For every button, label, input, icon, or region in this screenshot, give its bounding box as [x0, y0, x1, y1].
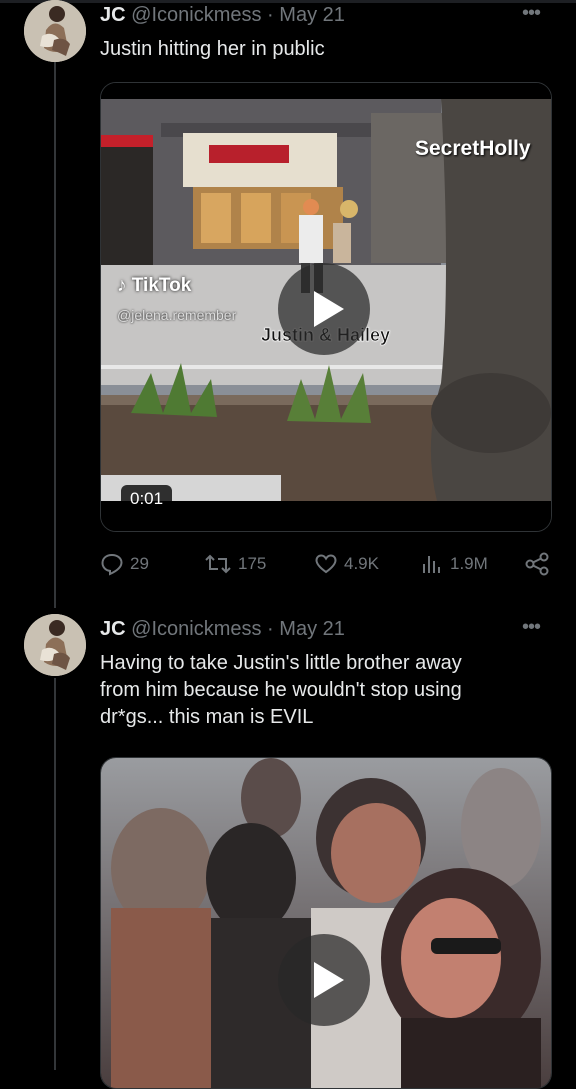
- play-button[interactable]: [278, 934, 370, 1026]
- views-button[interactable]: 1.9M: [420, 552, 488, 576]
- play-icon: [314, 962, 344, 998]
- video-frame: [101, 758, 551, 1088]
- repost-button[interactable]: 175: [204, 552, 266, 576]
- thread-line: [54, 62, 56, 608]
- tweet-text-line: from him because he wouldn't stop using: [100, 679, 462, 701]
- brand-watermark: SecretHolly: [415, 137, 531, 160]
- avatar[interactable]: [24, 0, 86, 62]
- author-handle[interactable]: @Iconickmess: [131, 618, 261, 640]
- play-button[interactable]: [278, 263, 370, 355]
- tiktok-icon: ♪: [117, 275, 132, 296]
- tweet-video[interactable]: [100, 757, 552, 1089]
- tweet-text-line: Having to take Justin's little brother a…: [100, 652, 462, 674]
- share-icon: [525, 552, 549, 576]
- thread-line: [54, 678, 56, 1070]
- reply-icon: [101, 553, 123, 576]
- tiktok-username: @jelena.remember: [117, 307, 237, 323]
- tiktok-watermark: ♪ TikTok: [117, 275, 192, 296]
- avatar[interactable]: [24, 614, 86, 676]
- like-button[interactable]: 4.9K: [314, 552, 379, 576]
- author-name[interactable]: JC: [100, 618, 126, 640]
- video-duration: 0:01: [121, 485, 173, 513]
- author-name[interactable]: JC: [100, 4, 126, 26]
- author-handle[interactable]: @Iconickmess: [131, 4, 261, 26]
- tweet-header: JC @Iconickmess · May 21: [100, 4, 345, 27]
- tweet-date[interactable]: May 21: [279, 4, 345, 26]
- tweet-video[interactable]: SecretHolly ♪ TikTok @jelena.remember Ju…: [100, 82, 552, 532]
- reply-count: 29: [130, 554, 149, 573]
- repost-count: 175: [238, 554, 267, 573]
- like-count: 4.9K: [344, 554, 379, 573]
- tweet-date[interactable]: May 21: [279, 618, 345, 640]
- tweet-text-line: dr*gs... this man is EVIL: [100, 706, 314, 728]
- tweet-text: Having to take Justin's little brother a…: [100, 650, 550, 731]
- tweet-text: Justin hitting her in public: [100, 38, 325, 60]
- tweet-actions: 29 175 4.9K 1.9M: [100, 552, 560, 580]
- repost-icon: [205, 554, 231, 574]
- top-divider: [0, 0, 576, 3]
- header-separator: ·: [267, 4, 274, 26]
- header-separator: ·: [267, 618, 274, 640]
- more-dots-icon[interactable]: •••: [522, 616, 541, 639]
- reply-button[interactable]: 29: [100, 552, 149, 576]
- heart-icon: [315, 554, 337, 574]
- analytics-icon: [423, 556, 440, 573]
- more-dots-icon[interactable]: •••: [522, 2, 541, 25]
- view-count: 1.9M: [450, 554, 488, 573]
- play-icon: [314, 291, 344, 327]
- share-button[interactable]: [524, 552, 550, 576]
- tweet-header: JC @Iconickmess · May 21: [100, 618, 345, 641]
